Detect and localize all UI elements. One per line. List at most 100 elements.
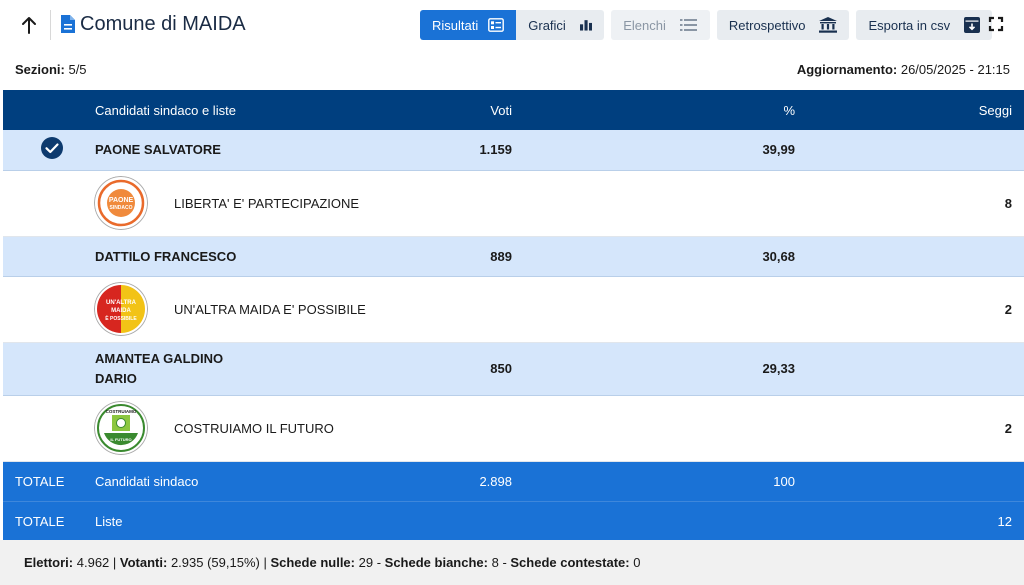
- total-seggi: 12: [997, 513, 1012, 529]
- header-candidati: Candidati sindaco e liste: [95, 102, 236, 118]
- grafici-label: Grafici: [528, 17, 566, 33]
- candidate-percent: 30,68: [762, 248, 795, 264]
- list-row[interactable]: COSTRUIAMO IL FUTURO COSTRUIAMO IL FUTUR…: [3, 395, 1024, 461]
- fullscreen-icon[interactable]: [986, 14, 1006, 34]
- esporta-csv-button[interactable]: Esporta in csv: [856, 10, 993, 40]
- total-desc: Candidati sindaco: [95, 473, 199, 489]
- sezioni-value: 5/5: [68, 62, 87, 77]
- candidate-seggi: [795, 236, 1024, 276]
- list-logo-altra-maida: UN'ALTRA MAIDA È POSSIBILE: [94, 282, 148, 336]
- svg-text:UN'ALTRA: UN'ALTRA: [106, 300, 137, 306]
- elected-cell: [3, 342, 95, 395]
- svg-text:È POSSIBILE: È POSSIBILE: [105, 314, 137, 322]
- header-spacer: [3, 90, 95, 130]
- elenchi-label: Elenchi: [623, 17, 666, 33]
- sezioni-label: Sezioni:: [15, 62, 65, 77]
- view-toolbar: Risultati Grafici Elenchi Retrospettivo …: [420, 10, 993, 40]
- list-seggi: 8: [1004, 195, 1012, 211]
- svg-text:IL FUTURO: IL FUTURO: [110, 437, 131, 442]
- candidate-seggi: [795, 130, 1024, 170]
- list-spacer: [3, 170, 95, 236]
- list-percent: [512, 276, 795, 342]
- elettori-label: Elettori:: [24, 555, 74, 570]
- results-table: Candidati sindaco e liste Voti % Seggi P…: [3, 90, 1024, 542]
- list-name-cell: PAONE SINDACO LIBERTA' E' PARTECIPAZIONE: [94, 170, 420, 236]
- total-row-liste: TOTALE Liste 12: [3, 501, 1024, 541]
- nulle-label: Schede nulle:: [270, 555, 355, 570]
- elettori-value: 4.962: [76, 555, 110, 570]
- nulle-value: 29: [358, 555, 374, 570]
- arrow-up-icon: [22, 17, 36, 34]
- list-seggi: 2: [1004, 301, 1012, 317]
- risultati-label: Risultati: [432, 17, 479, 33]
- elenchi-button[interactable]: Elenchi: [611, 10, 710, 40]
- candidate-row[interactable]: DATTILO FRANCESCO 889 30,68: [3, 236, 1024, 276]
- list-name-cell: COSTRUIAMO IL FUTURO COSTRUIAMO IL FUTUR…: [94, 395, 420, 461]
- votanti-value: 2.935 (59,15%): [170, 555, 260, 570]
- list-voti: [420, 276, 512, 342]
- list-seggi: 2: [1004, 420, 1012, 436]
- archive-download-icon: [964, 17, 981, 33]
- list-spacer: [3, 276, 95, 342]
- retrospettivo-label: Retrospettivo: [728, 17, 806, 33]
- esporta-csv-label: Esporta in csv: [868, 17, 951, 33]
- total-row-candidati: TOTALE Candidati sindaco 2.898 100: [3, 461, 1024, 501]
- total-desc: Liste: [95, 513, 123, 529]
- candidate-name: AMANTEA GALDINO: [95, 350, 224, 366]
- total-voti: 2.898: [479, 473, 512, 489]
- total-label: TOTALE: [15, 513, 65, 529]
- list-logo-liberta: PAONE SINDACO: [94, 176, 148, 230]
- candidate-name-cell: AMANTEA GALDINO DARIO: [95, 342, 420, 395]
- aggiornamento-value: 26/05/2025 - 21:15: [900, 62, 1010, 77]
- list-name: COSTRUIAMO IL FUTURO: [174, 420, 334, 436]
- total-percent: [512, 501, 795, 541]
- total-percent: 100: [773, 473, 795, 489]
- candidate-percent: 39,99: [762, 142, 795, 158]
- votanti-label: Votanti:: [119, 555, 168, 570]
- table-header-row: Candidati sindaco e liste Voti % Seggi: [3, 90, 1024, 130]
- candidate-row[interactable]: AMANTEA GALDINO DARIO 850 29,33: [3, 342, 1024, 395]
- list-row[interactable]: PAONE SINDACO LIBERTA' E' PARTECIPAZIONE…: [3, 170, 1024, 236]
- candidate-name: DATTILO FRANCESCO: [95, 248, 237, 264]
- elected-cell: [3, 130, 95, 170]
- list-spacer: [3, 395, 95, 461]
- contestate-label: Schede contestate:: [510, 555, 630, 570]
- header-voti: Voti: [490, 102, 512, 118]
- list-name: UN'ALTRA MAIDA E' POSSIBILE: [174, 301, 366, 317]
- candidate-row[interactable]: PAONE SALVATORE 1.159 39,99: [3, 130, 1024, 170]
- bianche-label: Schede bianche:: [384, 555, 488, 570]
- total-seggi: [795, 461, 1024, 501]
- back-button[interactable]: [14, 10, 44, 40]
- sezioni-info: Sezioni: 5/5: [15, 62, 87, 77]
- total-label: TOTALE: [15, 473, 65, 489]
- list-row[interactable]: UN'ALTRA MAIDA È POSSIBILE UN'ALTRA MAID…: [3, 276, 1024, 342]
- bank-icon: [819, 17, 838, 33]
- aggiornamento-info: Aggiornamento: 26/05/2025 - 21:15: [797, 62, 1010, 77]
- candidate-voti: 850: [490, 361, 512, 376]
- bar-chart-icon: [579, 20, 592, 31]
- candidate-percent: 29,33: [762, 361, 795, 376]
- candidate-seggi: [795, 342, 1024, 395]
- top-bar: Comune di MAIDA Risultati Grafici Elench…: [0, 0, 1024, 52]
- risultati-button[interactable]: Risultati: [420, 10, 517, 40]
- candidate-voti: 1.159: [479, 142, 512, 158]
- list-icon: [679, 19, 697, 31]
- candidate-voti: 889: [490, 248, 512, 264]
- list-voti: [420, 395, 512, 461]
- candidate-name: PAONE SALVATORE: [95, 142, 221, 158]
- list-percent: [512, 170, 795, 236]
- list-detail-icon: [488, 18, 505, 32]
- aggiornamento-label: Aggiornamento:: [796, 62, 898, 77]
- list-logo-costruiamo: COSTRUIAMO IL FUTURO: [94, 401, 148, 455]
- elected-cell: [3, 236, 95, 276]
- header-seggi: Seggi: [978, 102, 1012, 118]
- grafici-button[interactable]: Grafici: [516, 10, 605, 40]
- retrospettivo-button[interactable]: Retrospettivo: [716, 10, 850, 40]
- summary-footer: Elettori: 4.962 | Votanti: 2.935 (59,15%…: [0, 540, 1024, 585]
- bianche-value: 8: [491, 555, 499, 570]
- list-name-cell: UN'ALTRA MAIDA È POSSIBILE UN'ALTRA MAID…: [94, 276, 420, 342]
- header-percent: %: [783, 102, 795, 118]
- divider: [50, 10, 51, 40]
- total-voti: [420, 501, 512, 541]
- check-circle-icon: [41, 137, 63, 160]
